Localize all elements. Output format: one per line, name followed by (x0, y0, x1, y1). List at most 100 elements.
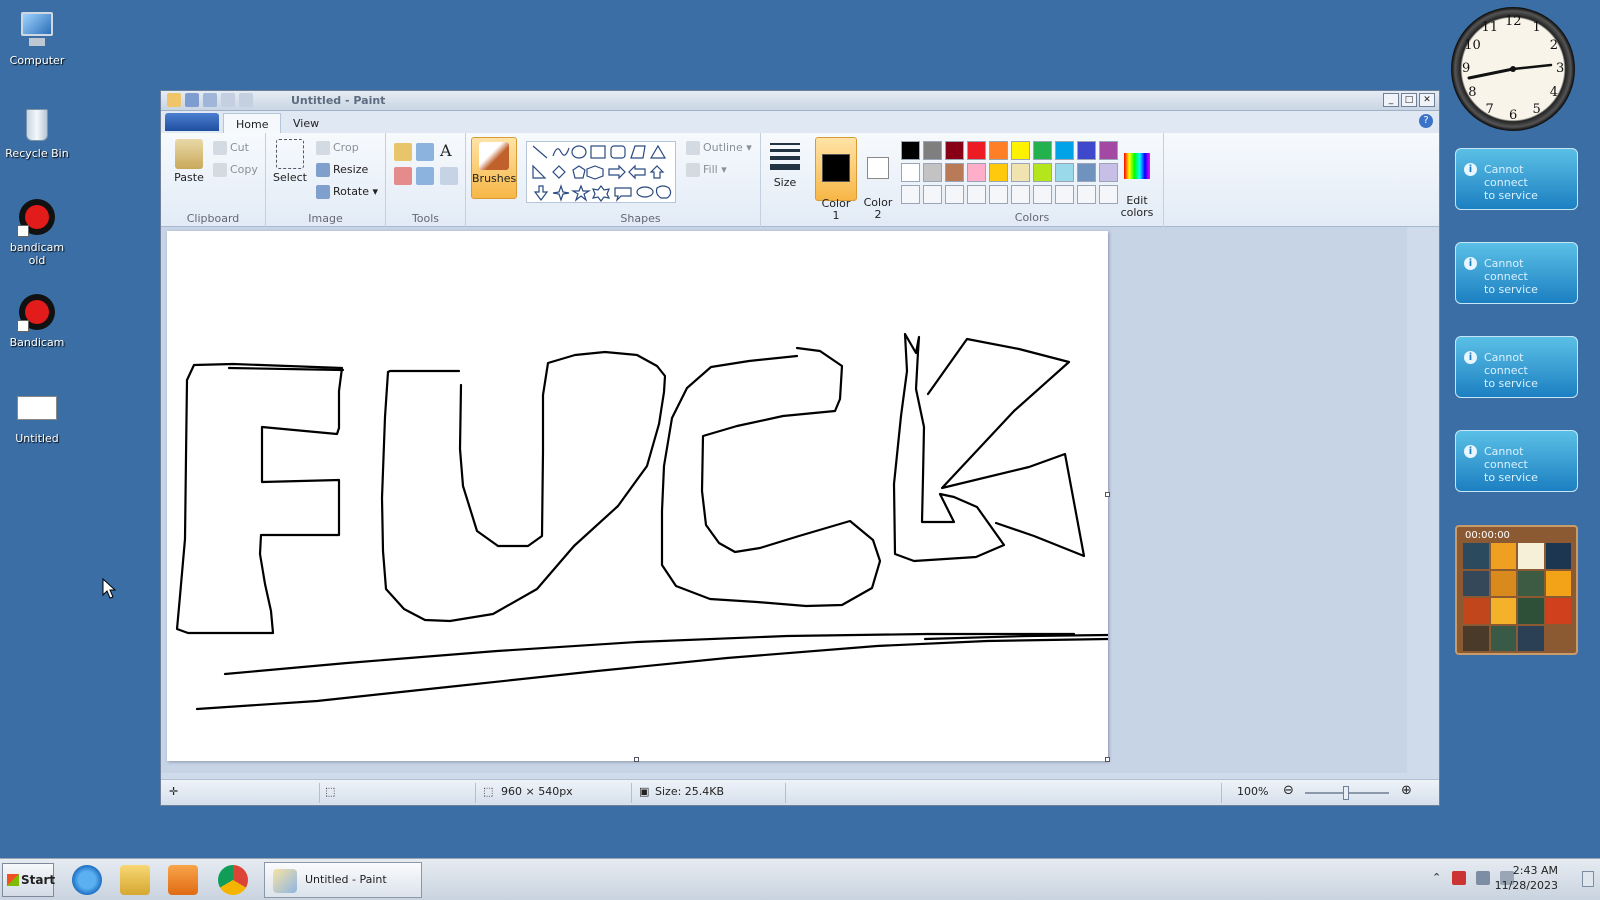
fill-bucket-icon[interactable] (416, 143, 434, 161)
paste-button[interactable]: Paste (169, 139, 209, 184)
weather-gadget[interactable]: i Cannot connect to service (1455, 148, 1578, 210)
chrome-icon[interactable] (218, 865, 248, 895)
title-bar[interactable]: Untitled - Paint _ □ ✕ (161, 91, 1439, 111)
palette-swatch[interactable] (967, 141, 986, 160)
palette-swatch[interactable] (945, 163, 964, 182)
magnifier-icon[interactable] (440, 167, 458, 185)
custom-color-slot[interactable] (967, 185, 986, 204)
custom-color-slot[interactable] (1055, 185, 1074, 204)
palette-swatch[interactable] (989, 141, 1008, 160)
puzzle-empty-tile[interactable] (1545, 625, 1571, 651)
drawing-canvas[interactable] (167, 231, 1110, 761)
palette-swatch[interactable] (923, 163, 942, 182)
palette-swatch[interactable] (989, 163, 1008, 182)
palette-swatch[interactable] (1011, 141, 1030, 160)
custom-color-slot[interactable] (989, 185, 1008, 204)
canvas-workspace[interactable] (161, 227, 1407, 773)
internet-explorer-icon[interactable] (72, 865, 102, 895)
puzzle-tile[interactable] (1545, 543, 1571, 569)
clock-gadget[interactable]: 12 1 2 3 4 5 6 7 8 9 10 11 (1451, 7, 1575, 131)
show-desktop-button[interactable] (1582, 871, 1594, 887)
weather-gadget[interactable]: i Cannot connect to service (1455, 336, 1578, 398)
desktop-icon-computer[interactable]: Computer (2, 10, 72, 67)
palette-swatch[interactable] (1077, 163, 1096, 182)
palette-swatch[interactable] (1033, 141, 1052, 160)
fill-button[interactable]: Fill ▾ (686, 163, 727, 177)
tab-home[interactable]: Home (223, 113, 282, 133)
puzzle-grid[interactable] (1463, 543, 1571, 651)
zoom-out-button[interactable]: ⊖ (1283, 783, 1294, 798)
resize-handle[interactable] (1105, 757, 1110, 762)
palette-swatch[interactable] (945, 141, 964, 160)
custom-color-slot[interactable] (1099, 185, 1118, 204)
palette-swatch[interactable] (1011, 163, 1030, 182)
desktop-icon-bandicam[interactable]: Bandicam (2, 292, 72, 349)
palette-swatch[interactable] (1099, 163, 1118, 182)
puzzle-tile[interactable] (1518, 543, 1544, 569)
palette-swatch[interactable] (1033, 163, 1052, 182)
paint-menu-button[interactable] (165, 113, 219, 131)
minimize-button[interactable]: _ (1383, 93, 1399, 107)
crop-button[interactable]: Crop (316, 141, 359, 155)
resize-handle[interactable] (634, 757, 639, 762)
zoom-slider-thumb[interactable] (1343, 786, 1349, 800)
custom-color-slot[interactable] (945, 185, 964, 204)
custom-color-slot[interactable] (1033, 185, 1052, 204)
color1-button[interactable]: Color 1 (815, 137, 857, 222)
weather-gadget[interactable]: i Cannot connect to service (1455, 242, 1578, 304)
shapes-gallery[interactable] (526, 141, 676, 203)
cut-button[interactable]: Cut (213, 141, 249, 155)
resize-button[interactable]: Resize (316, 163, 368, 177)
help-icon[interactable]: ? (1419, 114, 1433, 128)
palette-swatch[interactable] (967, 163, 986, 182)
puzzle-tile[interactable] (1490, 543, 1516, 569)
text-tool-icon[interactable]: A (440, 141, 452, 160)
action-center-icon[interactable] (1452, 871, 1466, 885)
network-icon[interactable] (1476, 871, 1490, 885)
puzzle-tile[interactable] (1490, 598, 1516, 624)
undo-icon[interactable] (203, 93, 217, 107)
file-explorer-icon[interactable] (120, 865, 150, 895)
puzzle-tile[interactable] (1518, 598, 1544, 624)
palette-swatch[interactable] (1077, 141, 1096, 160)
system-clock[interactable]: 2:43 AM 11/28/2023 (1495, 863, 1558, 893)
picture-puzzle-gadget[interactable]: 00:00:00 (1455, 525, 1578, 655)
desktop-icon-untitled[interactable]: Untitled (2, 388, 72, 445)
size-button[interactable]: Size (767, 141, 803, 189)
resize-handle[interactable] (1105, 492, 1110, 497)
media-player-icon[interactable] (168, 865, 198, 895)
weather-gadget[interactable]: i Cannot connect to service (1455, 430, 1578, 492)
palette-swatch[interactable] (1099, 141, 1118, 160)
outline-button[interactable]: Outline ▾ (686, 141, 752, 155)
tab-view[interactable]: View (281, 113, 331, 133)
palette-swatch[interactable] (901, 141, 920, 160)
brushes-button[interactable]: Brushes (471, 137, 517, 199)
desktop-icon-bandicam-old[interactable]: bandicam old (2, 197, 72, 267)
puzzle-tile[interactable] (1490, 570, 1516, 596)
custom-color-slot[interactable] (1077, 185, 1096, 204)
custom-color-slot[interactable] (923, 185, 942, 204)
close-button[interactable]: ✕ (1419, 93, 1435, 107)
copy-button[interactable]: Copy (213, 163, 258, 177)
puzzle-tile[interactable] (1518, 570, 1544, 596)
color2-button[interactable]: Color 2 (861, 137, 895, 221)
puzzle-tile[interactable] (1463, 625, 1489, 651)
redo-icon[interactable] (221, 93, 235, 107)
customize-qat-icon[interactable] (239, 93, 253, 107)
puzzle-tile[interactable] (1545, 598, 1571, 624)
save-icon[interactable] (185, 93, 199, 107)
puzzle-tile[interactable] (1463, 570, 1489, 596)
zoom-in-button[interactable]: ⊕ (1401, 783, 1412, 798)
puzzle-tile[interactable] (1518, 625, 1544, 651)
select-button[interactable]: Select (272, 139, 308, 184)
edit-colors-button[interactable]: Edit colors (1119, 141, 1155, 219)
show-hidden-icons-button[interactable]: ⌃ (1432, 871, 1441, 884)
rotate-button[interactable]: Rotate ▾ (316, 185, 378, 199)
puzzle-tile[interactable] (1490, 625, 1516, 651)
color-picker-icon[interactable] (416, 167, 434, 185)
maximize-button[interactable]: □ (1401, 93, 1417, 107)
puzzle-tile[interactable] (1463, 543, 1489, 569)
taskbar-item-paint[interactable]: Untitled - Paint (264, 862, 422, 898)
start-button[interactable]: Start (2, 863, 55, 897)
palette-swatch[interactable] (1055, 141, 1074, 160)
